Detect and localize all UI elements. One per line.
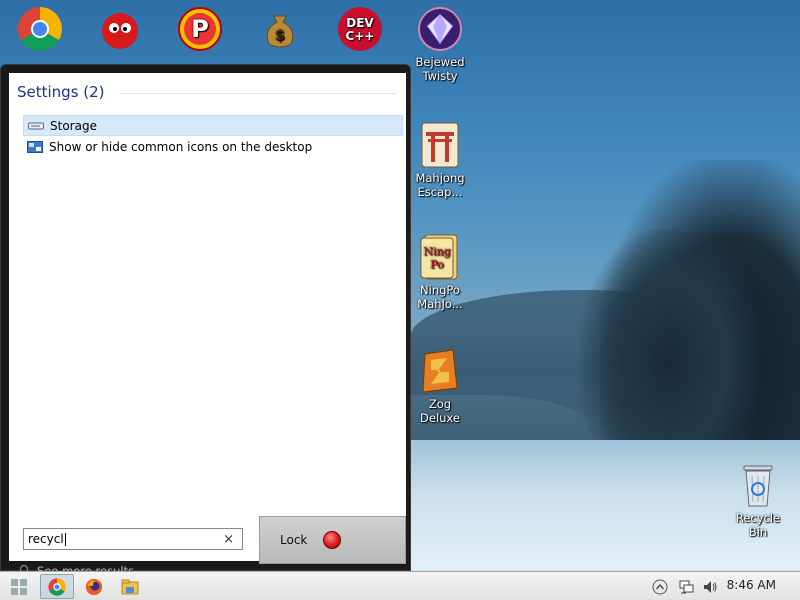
chrome-icon	[17, 6, 63, 52]
clock[interactable]: 8:46 AM	[727, 578, 776, 592]
result-item-storage[interactable]: Storage	[23, 115, 403, 136]
desktop-icon-bejeweled[interactable]: Bejewed Twisty	[408, 6, 472, 83]
chevron-up-icon	[652, 579, 668, 594]
taskbar-chrome[interactable]	[40, 574, 74, 599]
network-icon	[679, 580, 694, 593]
desktop-icon-zog[interactable]: Zog Deluxe	[408, 348, 472, 425]
desktop-icon-frozen-bubble[interactable]	[88, 6, 152, 55]
results-group-header: Settings (2)	[17, 83, 105, 101]
clear-search-button[interactable]: ×	[223, 532, 234, 547]
recycle-bin-icon	[735, 462, 781, 508]
result-item-label: Show or hide common icons on the desktop	[49, 139, 313, 154]
lock-label: Lock	[280, 533, 308, 547]
desktop-icon-label: Bejewed Twisty	[415, 55, 465, 83]
taskbar: 8:46 AM	[0, 571, 800, 600]
tray-network[interactable]	[676, 574, 696, 599]
desktop-icon-label: Zog Deluxe	[420, 397, 460, 425]
gem-icon	[417, 6, 463, 52]
taskbar-firefox[interactable]	[80, 574, 108, 599]
tray-volume[interactable]	[700, 574, 720, 599]
search-input-value: recycl	[28, 532, 64, 546]
svg-text:C++: C++	[346, 29, 375, 43]
firefox-icon	[85, 578, 103, 595]
folder-icon	[121, 579, 139, 594]
devcpp-icon: DEV C++	[337, 6, 383, 52]
storage-icon	[28, 120, 44, 132]
desktop-icon-recycle-bin[interactable]: Recycle Bin	[726, 462, 790, 539]
svg-text:Po: Po	[430, 258, 444, 271]
taskbar-file-explorer[interactable]	[116, 574, 144, 599]
desktop-icon-mahjong-escape[interactable]: Mahjong Escap...	[408, 122, 472, 199]
desktop-icon-chrome[interactable]	[8, 6, 72, 55]
desktop-icon-label: NingPo MahJo...	[417, 283, 463, 311]
start-button[interactable]	[6, 574, 32, 599]
text-caret	[64, 532, 66, 546]
lock-red-icon	[323, 531, 342, 549]
chrome-icon	[48, 577, 66, 596]
red-creature-icon	[97, 6, 143, 52]
result-item-label: Storage	[50, 118, 97, 133]
desktop-icon-ningpo[interactable]: Ning Po NingPo MahJo...	[408, 234, 472, 311]
tray-expand-button[interactable]	[650, 574, 670, 599]
zog-block-icon	[417, 348, 463, 394]
peggle-icon: P	[177, 6, 223, 52]
svg-text:Ning: Ning	[423, 245, 450, 258]
desktop-icon-money[interactable]: $	[248, 6, 312, 55]
result-item-desktop-icons[interactable]: Show or hide common icons on the desktop	[23, 136, 403, 157]
start-menu: Settings (2) Storage Show or hide common…	[0, 64, 411, 578]
header-divider	[119, 93, 396, 94]
desktop-settings-icon	[27, 140, 43, 153]
desktop-icon-label: Mahjong Escap...	[415, 171, 465, 199]
svg-text:P: P	[191, 15, 209, 43]
speaker-icon	[704, 580, 717, 593]
search-results-pane: Settings (2) Storage Show or hide common…	[9, 73, 406, 561]
svg-text:DEV: DEV	[346, 16, 374, 30]
desktop-icon-label: Recycle Bin	[735, 511, 781, 539]
desktop-icon-devcpp[interactable]: DEV C++	[328, 6, 392, 55]
svg-text:$: $	[275, 28, 285, 44]
money-bag-icon: $	[257, 6, 303, 52]
lock-button[interactable]: Lock	[259, 516, 406, 564]
windows-logo-icon	[11, 578, 27, 595]
desktop-icon-peggle[interactable]: P	[168, 6, 232, 55]
start-search-input[interactable]: recycl ×	[23, 528, 243, 550]
mahjong-tile-icon: Ning Po	[417, 234, 463, 280]
torii-gate-icon	[417, 122, 463, 168]
